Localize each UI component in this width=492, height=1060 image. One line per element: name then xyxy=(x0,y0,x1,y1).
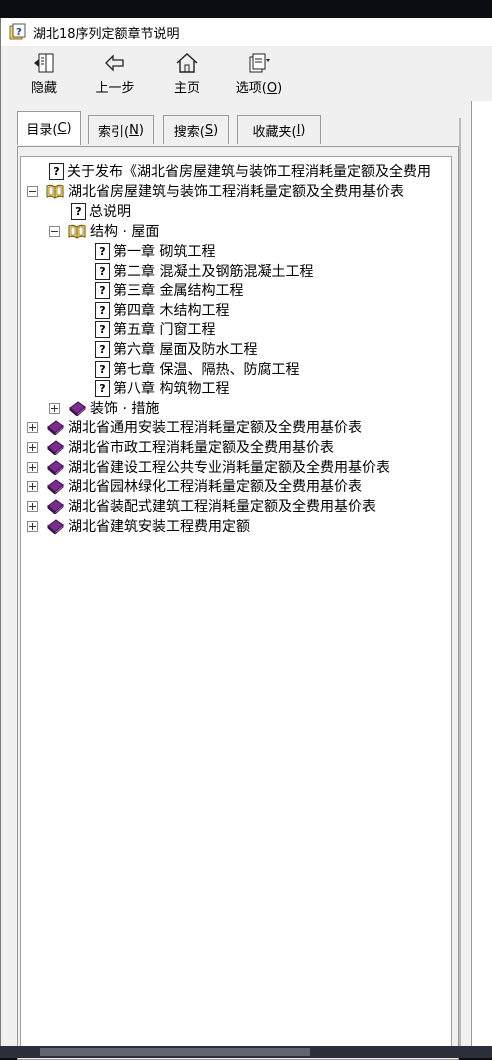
help-app-icon: ? xyxy=(9,23,26,40)
options-button[interactable]: 选项(O) xyxy=(229,46,289,96)
tree-item[interactable]: 湖北省通用安装工程消耗量定额及全费用基价表 xyxy=(27,417,362,437)
tree-item[interactable]: 装饰 · 措施 xyxy=(49,398,159,418)
taskbar-strip xyxy=(0,1046,492,1058)
tree-item[interactable]: 湖北省建筑安装工程费用定额 xyxy=(27,516,250,536)
tab-search[interactable]: 搜索(S) xyxy=(163,115,229,144)
hide-label: 隐藏 xyxy=(30,81,57,96)
tree-item-label: 总说明 xyxy=(89,204,131,220)
expand-icon[interactable] xyxy=(27,441,38,453)
expand-icon[interactable] xyxy=(27,520,38,532)
title-bar: ? 湖北18序列定额章节说明 xyxy=(1,18,492,46)
open-book-icon xyxy=(68,224,86,239)
tree-item[interactable]: ? 第二章 混凝土及钢筋混凝土工程 xyxy=(95,261,313,281)
tree-item[interactable]: ? 第六章 屋面及防水工程 xyxy=(95,339,257,359)
tree-item[interactable]: 结构 · 屋面 xyxy=(49,221,159,241)
expand-icon[interactable] xyxy=(27,480,38,492)
open-book-icon xyxy=(46,184,64,199)
tree-item-label: 湖北省房屋建筑与装饰工程消耗量定额及全费用基价表 xyxy=(68,184,404,200)
tree-item[interactable]: ? 第四章 木结构工程 xyxy=(95,300,229,320)
tree-item-label: 第五章 门窗工程 xyxy=(113,322,216,338)
tree-item-label: 第八章 构筑物工程 xyxy=(113,381,230,397)
tree-item[interactable]: ? 第五章 门窗工程 xyxy=(95,319,215,339)
tree-item-label: 湖北省装配式建筑工程消耗量定额及全费用基价表 xyxy=(68,499,376,515)
collapse-icon[interactable] xyxy=(49,225,60,237)
pane-splitter[interactable] xyxy=(459,118,461,1058)
help-page-icon: ? xyxy=(95,340,110,358)
options-label: 选项(O) xyxy=(235,81,283,96)
window-title: 湖北18序列定额章节说明 xyxy=(33,26,180,42)
collapse-icon[interactable] xyxy=(27,185,38,197)
closed-book-icon xyxy=(47,479,64,494)
back-arrow-icon xyxy=(103,51,127,75)
expand-icon[interactable] xyxy=(49,402,60,414)
help-page-icon: ? xyxy=(95,320,110,338)
tree-item-label: 湖北省通用安装工程消耗量定额及全费用基价表 xyxy=(68,420,362,436)
tree-item-label: 第二章 混凝土及钢筋混凝土工程 xyxy=(113,264,314,280)
expand-icon[interactable] xyxy=(27,500,38,512)
help-page-icon: ? xyxy=(49,162,64,180)
toolbar: 隐藏 上一步 主页 选项(O) xyxy=(1,46,492,100)
tree-item-label: 装饰 · 措施 xyxy=(90,401,160,417)
tree-item[interactable]: ? 第七章 保温、隔热、防腐工程 xyxy=(95,359,299,379)
help-window: ? 湖北18序列定额章节说明 隐藏 上一步 主页 选项(O) 目录(C) 索… xyxy=(0,18,492,1060)
tree-item[interactable]: 湖北省房屋建筑与装饰工程消耗量定额及全费用基价表 xyxy=(27,181,404,201)
hide-button[interactable]: 隐藏 xyxy=(24,46,64,96)
help-page-icon: ? xyxy=(95,281,110,299)
back-button[interactable]: 上一步 xyxy=(89,46,141,96)
tree-item-label: 湖北省市政工程消耗量定额及全费用基价表 xyxy=(68,440,334,456)
home-label: 主页 xyxy=(173,81,200,96)
help-page-icon: ? xyxy=(71,202,86,220)
closed-book-icon xyxy=(47,420,64,435)
closed-book-icon xyxy=(47,440,64,455)
tree-item-label: 第一章 砌筑工程 xyxy=(113,244,216,260)
help-page-icon: ? xyxy=(95,360,110,378)
tree-item[interactable]: 湖北省市政工程消耗量定额及全费用基价表 xyxy=(27,437,334,457)
tree-item-label: 第七章 保温、隔热、防腐工程 xyxy=(113,362,300,378)
tab-contents[interactable]: 目录(C) xyxy=(17,111,81,145)
help-page-icon: ? xyxy=(95,242,110,260)
help-page-icon: ? xyxy=(95,301,110,319)
tree-item-label: 湖北省园林绿化工程消耗量定额及全费用基价表 xyxy=(68,479,362,495)
tree-item[interactable]: ? 第八章 构筑物工程 xyxy=(95,378,229,398)
tab-favorites[interactable]: 收藏夹(I) xyxy=(237,115,321,144)
options-icon xyxy=(247,51,271,75)
expand-icon[interactable] xyxy=(27,421,38,433)
contents-tree[interactable]: ? 关于发布《湖北省房屋建筑与装饰工程消耗量定额及全费用 湖北省房屋建筑与装饰工程消… xyxy=(20,156,452,1048)
tree-item-label: 第六章 屋面及防水工程 xyxy=(113,342,258,358)
content-pane[interactable] xyxy=(471,101,492,1058)
tab-index[interactable]: 索引(N) xyxy=(88,115,154,144)
tree-item[interactable]: ? 总说明 xyxy=(71,201,131,221)
hide-pane-icon xyxy=(32,51,56,75)
tree-item-label: 第四章 木结构工程 xyxy=(113,303,230,319)
home-icon xyxy=(175,51,199,75)
tree-item-label: 结构 · 屋面 xyxy=(90,224,160,240)
svg-text:?: ? xyxy=(16,27,22,38)
help-page-icon: ? xyxy=(95,262,110,280)
tree-item[interactable]: 湖北省园林绿化工程消耗量定额及全费用基价表 xyxy=(27,476,362,496)
tree-item[interactable]: ? 第三章 金属结构工程 xyxy=(95,280,243,300)
home-button[interactable]: 主页 xyxy=(166,46,208,96)
horizontal-scrollbar[interactable] xyxy=(40,1048,310,1056)
closed-book-icon xyxy=(47,460,64,475)
closed-book-icon xyxy=(69,401,86,416)
closed-book-icon xyxy=(47,499,64,514)
back-label: 上一步 xyxy=(95,81,135,96)
tree-item-label: 湖北省建设工程公共专业消耗量定额及全费用基价表 xyxy=(68,460,390,476)
expand-icon[interactable] xyxy=(27,461,38,473)
tree-item[interactable]: ? 第一章 砌筑工程 xyxy=(95,241,215,261)
tree-item-label: 关于发布《湖北省房屋建筑与装饰工程消耗量定额及全费用 xyxy=(67,164,431,180)
closed-book-icon xyxy=(47,519,64,534)
tree-item-label: 第三章 金属结构工程 xyxy=(113,283,244,299)
help-page-icon: ? xyxy=(95,379,110,397)
tree-item[interactable]: 湖北省建设工程公共专业消耗量定额及全费用基价表 xyxy=(27,457,390,477)
tree-item[interactable]: ? 关于发布《湖北省房屋建筑与装饰工程消耗量定额及全费用 xyxy=(49,161,431,181)
tree-item-label: 湖北省建筑安装工程费用定额 xyxy=(68,519,250,535)
tree-item[interactable]: 湖北省装配式建筑工程消耗量定额及全费用基价表 xyxy=(27,496,376,516)
